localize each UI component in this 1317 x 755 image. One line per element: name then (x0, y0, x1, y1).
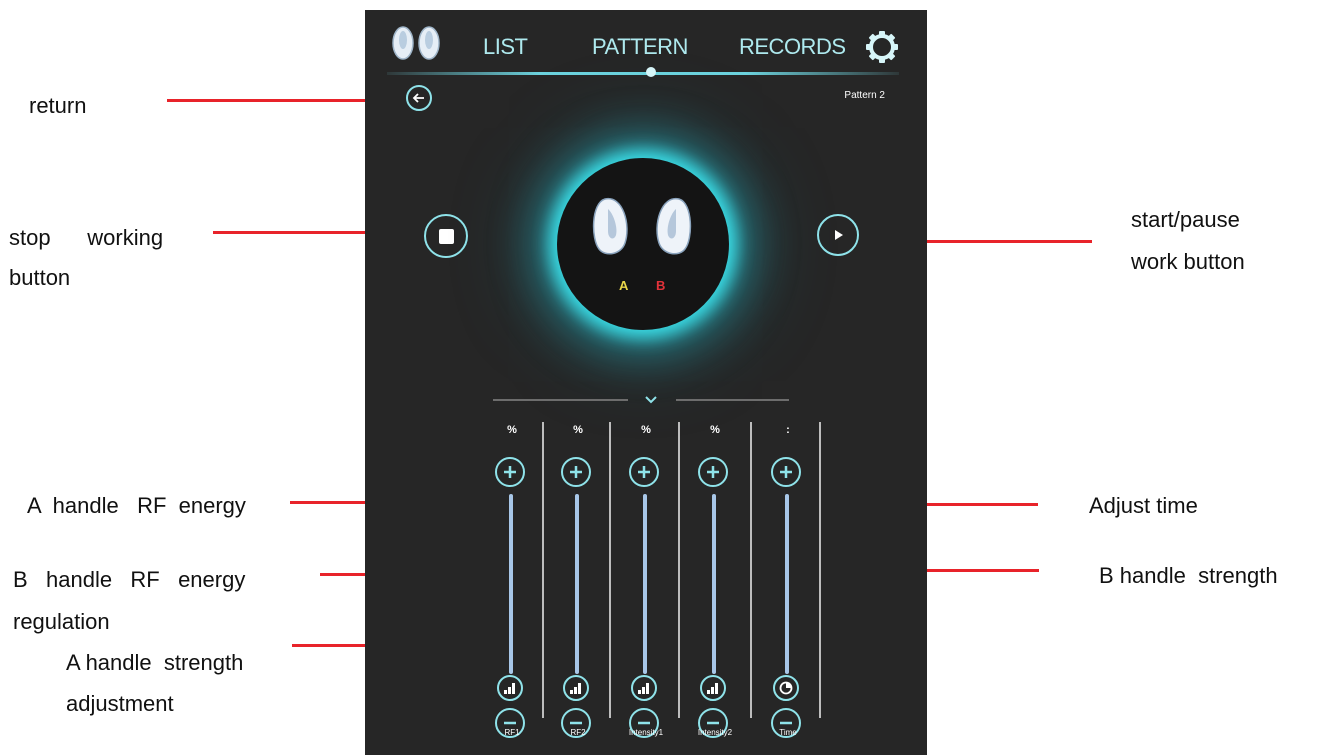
top-nav: LIST PATTERN RECORDS (365, 10, 927, 90)
plus-icon (504, 466, 516, 478)
annotation-adjust-time: Adjust time (1089, 493, 1198, 518)
clock-icon (779, 681, 793, 695)
nav-indicator-line (387, 72, 899, 75)
plus-button[interactable] (698, 457, 728, 487)
annotation-a-strength-line1: A handle strength (66, 650, 244, 675)
tab-records[interactable]: RECORDS (739, 34, 846, 60)
level-indicator (563, 675, 589, 701)
plus-button[interactable] (495, 457, 525, 487)
slider-label: Time (779, 728, 797, 737)
slider-track[interactable] (712, 494, 716, 674)
plus-button[interactable] (561, 457, 591, 487)
annotation-start-line2: work button (1131, 249, 1245, 274)
slider-rf2: % RF2 (558, 422, 618, 747)
signal-icon (638, 683, 649, 694)
time-indicator (773, 675, 799, 701)
divider-right (676, 399, 789, 401)
annotation-start-line1: start/pause (1131, 207, 1240, 232)
slider-track[interactable] (575, 494, 579, 674)
slider-track[interactable] (785, 494, 789, 674)
annotation-b-strength: B handle strength (1099, 563, 1278, 588)
annotation-b-rf-line2: regulation (13, 609, 110, 634)
plus-icon (707, 466, 719, 478)
slider-time: : Time (768, 422, 828, 747)
gear-icon[interactable] (865, 30, 899, 64)
chevron-down-icon[interactable] (644, 393, 658, 405)
slider-intensity1: % Intensity1 (626, 422, 686, 747)
nav-indicator-dot (646, 67, 656, 77)
slider-label: RF1 (504, 728, 520, 737)
plus-button[interactable] (771, 457, 801, 487)
annotation-stop-line2: button (9, 265, 71, 290)
tab-pattern[interactable]: PATTERN (592, 34, 688, 60)
slider-track[interactable] (509, 494, 513, 674)
device-logo-icon (389, 25, 449, 65)
annotation-b-rf-line1: B handle RF energy (13, 567, 246, 592)
slider-rf1: % RF1 (492, 422, 552, 747)
level-indicator (700, 675, 726, 701)
slider-unit: % (710, 424, 720, 436)
signal-icon (570, 683, 581, 694)
slider-track[interactable] (643, 494, 647, 674)
return-button[interactable] (406, 85, 432, 111)
stop-button[interactable] (424, 214, 468, 258)
signal-icon (707, 683, 718, 694)
slider-label: Intensity2 (697, 728, 733, 737)
stop-icon (438, 228, 454, 244)
annotation-a-strength-line2: adjustment (66, 691, 174, 716)
divider-left (493, 399, 628, 401)
handles-icon (592, 198, 692, 255)
slider-unit: % (507, 424, 517, 436)
handle-a-label: A (619, 278, 629, 293)
play-icon (835, 230, 843, 240)
slider-unit: : (786, 424, 790, 436)
tab-list[interactable]: LIST (483, 34, 528, 60)
annotation-a-rf: A handle RF energy (27, 493, 246, 518)
app-screen: LIST PATTERN RECORDS Pattern 2 A B % RF1… (365, 10, 927, 755)
annotation-stop-line1: stop working (9, 225, 164, 250)
plus-button[interactable] (629, 457, 659, 487)
slider-intensity2: % Intensity2 (695, 422, 755, 747)
plus-icon (638, 466, 650, 478)
arrow-left-icon (412, 93, 424, 103)
annotation-return: return (29, 93, 87, 118)
handles-display (557, 158, 729, 330)
slider-unit: % (641, 424, 651, 436)
plus-icon (570, 466, 582, 478)
slider-unit: % (573, 424, 583, 436)
slider-label: Intensity1 (628, 728, 664, 737)
level-indicator (497, 675, 523, 701)
pattern-name: Pattern 2 (844, 90, 885, 101)
plus-icon (780, 466, 792, 478)
level-indicator (631, 675, 657, 701)
start-pause-button[interactable] (817, 214, 859, 256)
slider-label: RF2 (570, 728, 586, 737)
handle-b-label: B (656, 278, 666, 293)
signal-icon (504, 683, 515, 694)
